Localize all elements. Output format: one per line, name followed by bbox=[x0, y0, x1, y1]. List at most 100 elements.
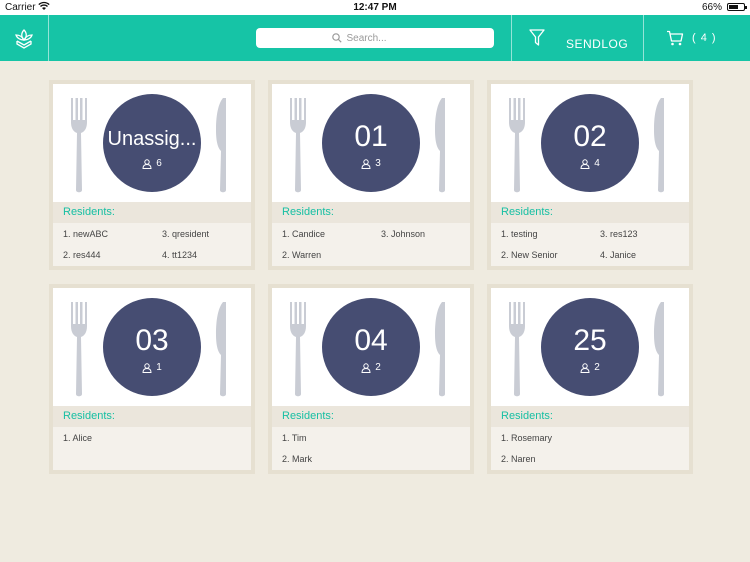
fork-icon bbox=[71, 302, 87, 397]
resident-item: 1. Rosemary bbox=[501, 433, 553, 443]
resident-item: 1. testing bbox=[501, 229, 538, 239]
table-card-body: 01 3 Residents: 1. Candice 2. Warren 3. Jo… bbox=[272, 84, 470, 266]
plate: Unassig... 6 bbox=[103, 94, 201, 192]
filter-funnel-icon bbox=[529, 29, 545, 46]
resident-count: 4 bbox=[541, 158, 639, 169]
residents-label: Residents: bbox=[491, 202, 689, 223]
resident-item: 1. Candice bbox=[282, 229, 326, 239]
cart-button[interactable]: ( 4 ) bbox=[666, 27, 717, 49]
table-card-03[interactable]: 03 1 Residents: 1. Alice bbox=[49, 284, 255, 474]
residents-label: Residents: bbox=[53, 406, 251, 427]
battery-percent: 66% bbox=[701, 2, 722, 13]
resident-item: 2. Mark bbox=[282, 454, 313, 464]
residents-label: Residents: bbox=[491, 406, 689, 427]
table-card-unassig[interactable]: Unassig... 6 Residents: 1. newABC 2. res4… bbox=[49, 80, 255, 270]
residents-label: Residents: bbox=[53, 202, 251, 223]
resident-count-value: 1 bbox=[156, 362, 162, 373]
fork-icon bbox=[290, 302, 306, 397]
cart-icon bbox=[667, 30, 684, 46]
knife-icon bbox=[435, 98, 445, 193]
resident-item: 3. qresident bbox=[162, 229, 210, 239]
table-card-25[interactable]: 25 2 Residents: 1. Rosemary 2. Naren bbox=[487, 284, 693, 474]
resident-count-value: 4 bbox=[594, 158, 600, 169]
person-icon bbox=[142, 362, 152, 373]
resident-item: 1. Tim bbox=[282, 433, 307, 443]
status-bar: Carrier 12:47 PM 66% bbox=[0, 0, 750, 15]
resident-item: 4. Janice bbox=[600, 250, 637, 260]
person-icon bbox=[580, 158, 590, 169]
fork-icon bbox=[509, 302, 525, 397]
search-icon bbox=[331, 33, 342, 43]
filter-button[interactable] bbox=[522, 25, 552, 51]
table-card-body: 03 1 Residents: 1. Alice bbox=[53, 288, 251, 470]
sendlog-button[interactable]: SENDLOG bbox=[566, 37, 628, 51]
plate: 25 2 bbox=[541, 298, 639, 396]
table-card-04[interactable]: 04 2 Residents: 1. Tim 2. Mark bbox=[268, 284, 474, 474]
fork-icon bbox=[71, 98, 87, 193]
table-name: 03 bbox=[135, 324, 169, 357]
plant-leaf-icon bbox=[15, 29, 33, 49]
resident-item: 3. res123 bbox=[600, 229, 638, 239]
table-name: 02 bbox=[573, 120, 607, 153]
resident-count-value: 2 bbox=[594, 362, 600, 373]
residents-label: Residents: bbox=[272, 202, 470, 223]
clock: 12:47 PM bbox=[353, 2, 397, 13]
nav-divider bbox=[511, 15, 512, 61]
place-setting: 01 3 bbox=[272, 84, 470, 202]
knife-icon bbox=[654, 302, 664, 397]
person-icon bbox=[361, 362, 371, 373]
residents-list: 1. testing 2. New Senior 3. res123 4. Janic… bbox=[491, 223, 689, 266]
resident-item: 4. tt1234 bbox=[162, 250, 198, 260]
battery-icon bbox=[727, 3, 747, 11]
resident-count: 6 bbox=[103, 158, 201, 169]
resident-item: 3. Johnson bbox=[381, 229, 426, 239]
resident-count: 1 bbox=[103, 362, 201, 373]
plate: 01 3 bbox=[322, 94, 420, 192]
search-bar[interactable] bbox=[256, 28, 494, 48]
resident-count-value: 2 bbox=[375, 362, 381, 373]
place-setting: Unassig... 6 bbox=[53, 84, 251, 202]
person-icon bbox=[361, 158, 371, 169]
resident-count: 2 bbox=[541, 362, 639, 373]
home-logo-button[interactable] bbox=[0, 15, 48, 61]
cart-count: ( 4 ) bbox=[692, 32, 717, 44]
resident-count: 2 bbox=[322, 362, 420, 373]
table-card-01[interactable]: 01 3 Residents: 1. Candice 2. Warren 3. Jo… bbox=[268, 80, 474, 270]
resident-item: 2. New Senior bbox=[501, 250, 558, 260]
table-name: 04 bbox=[354, 324, 388, 357]
resident-count: 3 bbox=[322, 158, 420, 169]
resident-count-value: 6 bbox=[156, 158, 162, 169]
nav-divider bbox=[48, 15, 49, 61]
knife-icon bbox=[216, 302, 226, 397]
residents-list: 1. Candice 2. Warren 3. Johnson bbox=[272, 223, 470, 266]
resident-item: 2. Naren bbox=[501, 454, 536, 464]
place-setting: 02 4 bbox=[491, 84, 689, 202]
nav-divider bbox=[643, 15, 644, 61]
fork-icon bbox=[290, 98, 306, 193]
residents-label: Residents: bbox=[272, 406, 470, 427]
place-setting: 25 2 bbox=[491, 288, 689, 406]
residents-list: 1. Rosemary 2. Naren bbox=[491, 427, 689, 470]
table-card-body: 25 2 Residents: 1. Rosemary 2. Naren bbox=[491, 288, 689, 470]
residents-list: 1. Tim 2. Mark bbox=[272, 427, 470, 470]
resident-item: 1. newABC bbox=[63, 229, 109, 239]
person-icon bbox=[580, 362, 590, 373]
plate: 02 4 bbox=[541, 94, 639, 192]
search-input[interactable] bbox=[346, 32, 419, 44]
resident-count-value: 3 bbox=[375, 158, 381, 169]
table-card-body: Unassig... 6 Residents: 1. newABC 2. res4… bbox=[53, 84, 251, 266]
residents-list: 1. Alice bbox=[53, 427, 251, 470]
fork-icon bbox=[509, 98, 525, 193]
table-name: 25 bbox=[573, 324, 607, 357]
resident-item: 1. Alice bbox=[63, 433, 93, 443]
place-setting: 04 2 bbox=[272, 288, 470, 406]
top-nav-bar: SENDLOG ( 4 ) bbox=[0, 15, 750, 61]
knife-icon bbox=[654, 98, 664, 193]
person-icon bbox=[142, 158, 152, 169]
knife-icon bbox=[216, 98, 226, 193]
table-name: 01 bbox=[354, 120, 388, 153]
table-name: Unassig... bbox=[107, 128, 197, 150]
table-card-body: 04 2 Residents: 1. Tim 2. Mark bbox=[272, 288, 470, 470]
table-card-02[interactable]: 02 4 Residents: 1. testing 2. New Senior 3… bbox=[487, 80, 693, 270]
resident-item: 2. res444 bbox=[63, 250, 101, 260]
